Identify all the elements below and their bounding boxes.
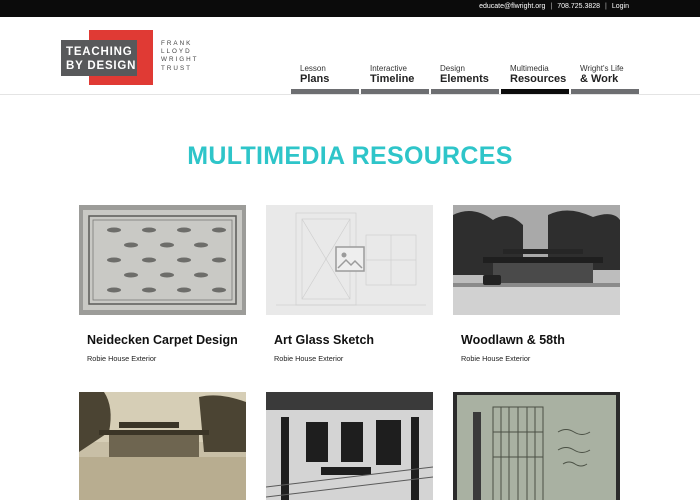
- nav-item-label: Elements: [440, 73, 489, 85]
- logo-trust-word: LLOYD: [161, 48, 192, 56]
- resource-card[interactable]: Woodlawn & 58th Robie House Exterior: [453, 205, 620, 363]
- nav-interactive-timeline[interactable]: Interactive Timeline: [361, 62, 429, 94]
- nav-item-small-label: Interactive: [370, 64, 407, 73]
- logo-trust-text: FRANK LLOYD WRIGHT TRUST: [161, 40, 199, 73]
- card-title[interactable]: Art Glass Sketch: [274, 333, 374, 347]
- logo-line-1: TEACHING: [66, 46, 133, 58]
- email-link[interactable]: educate@flwright.org: [479, 3, 545, 10]
- logo-trust-word: TRUST: [161, 64, 192, 72]
- nav-item-label: Timeline: [370, 73, 415, 85]
- nav-item-bar-active: [501, 89, 569, 94]
- house-photo[interactable]: [453, 205, 620, 315]
- site-header: TEACHING BY DESIGN FRANK LLOYD WRIGHT TR…: [0, 17, 700, 95]
- main-nav: Lesson Plans Interactive Timeline Design…: [291, 62, 639, 94]
- nav-item-small-label: Design: [440, 64, 465, 73]
- login-link[interactable]: Login: [612, 3, 629, 10]
- card-subtitle: Robie House Exterior: [274, 354, 344, 363]
- nav-item-small-label: Lesson: [300, 64, 326, 73]
- resource-card[interactable]: [453, 392, 620, 500]
- nav-item-bar: [431, 89, 499, 94]
- separator: |: [550, 3, 553, 10]
- interior-photo[interactable]: [266, 392, 433, 500]
- separator: |: [605, 3, 607, 10]
- nav-item-small-label: Wright's Life: [580, 64, 624, 73]
- resource-card[interactable]: Neidecken Carpet Design Robie House Exte…: [79, 205, 246, 363]
- top-links: educate@flwright.org | 708.725.3828 | Lo…: [479, 3, 629, 10]
- carpet-design-image[interactable]: [79, 205, 246, 315]
- logo-line-2: BY DESIGN: [66, 60, 137, 72]
- phone-link[interactable]: 708.725.3828: [557, 3, 600, 10]
- art-glass-sketch-image[interactable]: [266, 205, 433, 315]
- nav-item-label: Plans: [300, 73, 330, 85]
- sketch-drawing[interactable]: [453, 392, 620, 500]
- nav-multimedia-resources[interactable]: Multimedia Resources: [501, 62, 569, 94]
- nav-design-elements[interactable]: Design Elements: [431, 62, 499, 94]
- nav-item-label: & Work: [580, 73, 619, 85]
- site-logo[interactable]: TEACHING BY DESIGN FRANK LLOYD WRIGHT TR…: [61, 29, 211, 89]
- card-title[interactable]: Woodlawn & 58th: [461, 333, 565, 347]
- resource-card[interactable]: Art Glass Sketch Robie House Exterior: [266, 205, 433, 363]
- image-placeholder-icon: [335, 246, 365, 272]
- resource-card[interactable]: [79, 392, 246, 500]
- house-sepia-photo[interactable]: [79, 392, 246, 500]
- nav-lesson-plans[interactable]: Lesson Plans: [291, 62, 359, 94]
- nav-item-label: Resources: [510, 73, 567, 85]
- logo-trust-word: FRANK: [161, 40, 193, 47]
- nav-item-bar: [361, 89, 429, 94]
- card-title[interactable]: Neidecken Carpet Design: [87, 333, 238, 347]
- nav-wrights-life[interactable]: Wright's Life & Work: [571, 62, 639, 94]
- card-subtitle: Robie House Exterior: [461, 354, 531, 363]
- page-title: MULTIMEDIA RESOURCES: [187, 142, 513, 170]
- nav-item-bar: [291, 89, 359, 94]
- resource-card[interactable]: [266, 392, 433, 500]
- nav-item-bar: [571, 89, 639, 94]
- top-bar: educate@flwright.org | 708.725.3828 | Lo…: [0, 0, 700, 17]
- nav-item-small-label: Multimedia: [510, 64, 549, 73]
- card-subtitle: Robie House Exterior: [87, 354, 157, 363]
- logo-trust-word: WRIGHT: [161, 56, 199, 64]
